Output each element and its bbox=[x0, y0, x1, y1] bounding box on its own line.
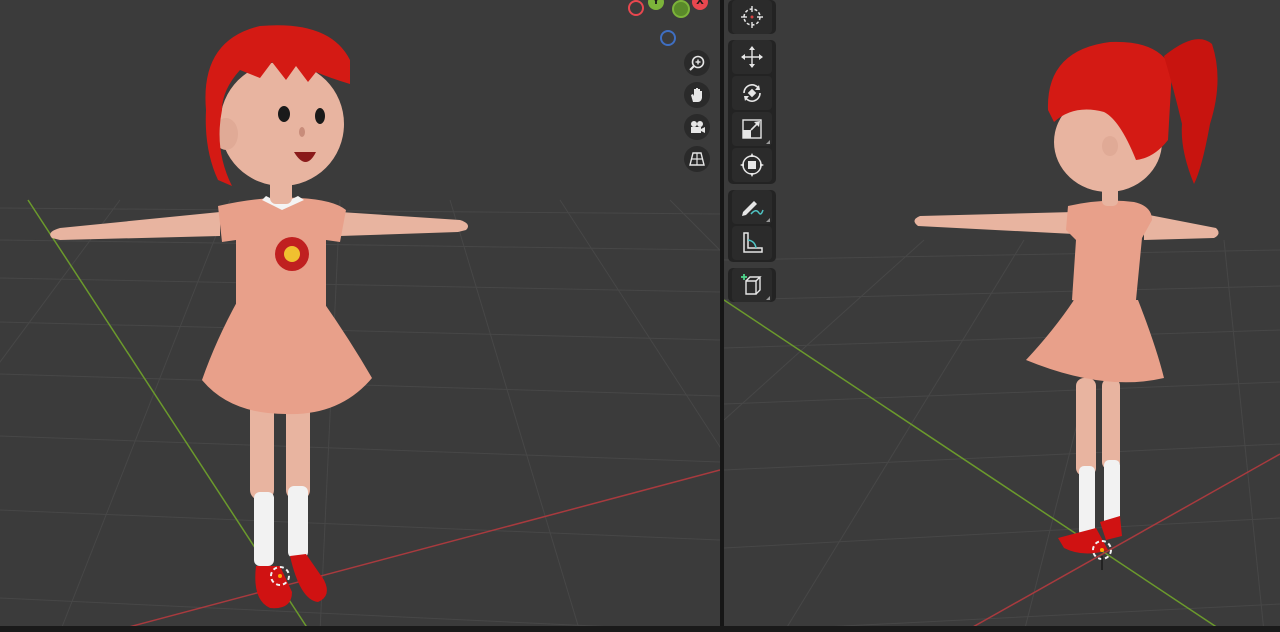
viewport-side[interactable] bbox=[724, 0, 1280, 632]
move-tool-button[interactable] bbox=[732, 40, 772, 74]
floor-grid bbox=[0, 199, 720, 632]
transform-tool-icon bbox=[740, 153, 764, 177]
pan-hand-icon bbox=[691, 88, 702, 102]
annotate-tool-button[interactable] bbox=[732, 190, 772, 224]
add-cube-tool-button[interactable] bbox=[732, 268, 772, 302]
perspective-toggle-button[interactable] bbox=[684, 146, 710, 172]
cursor-tool-icon bbox=[741, 6, 763, 28]
gizmo-y-label: Y bbox=[652, 0, 660, 7]
cursor-tool-button[interactable] bbox=[732, 0, 772, 34]
x-axis-line-right bbox=[963, 453, 1280, 632]
zoom-icon bbox=[689, 55, 705, 71]
pan-button[interactable] bbox=[684, 82, 710, 108]
rotate-tool-button[interactable] bbox=[732, 76, 772, 110]
gizmo-x-label: X bbox=[696, 0, 704, 7]
rotate-tool-icon bbox=[743, 84, 761, 102]
side-view-scene bbox=[724, 39, 1280, 632]
character-front[interactable] bbox=[50, 25, 468, 609]
gizmo-x[interactable]: X bbox=[692, 0, 708, 10]
annotate-tool-icon bbox=[742, 201, 764, 216]
scale-tool-button[interactable] bbox=[732, 112, 772, 146]
viewport-front[interactable]: Y X bbox=[0, 0, 720, 632]
scale-tool-icon bbox=[742, 119, 762, 139]
gizmo-y[interactable]: Y bbox=[648, 0, 664, 10]
camera-view-button[interactable] bbox=[684, 114, 710, 140]
character-side[interactable] bbox=[914, 39, 1219, 570]
flower-emblem bbox=[275, 237, 309, 271]
floor-grid-right bbox=[724, 239, 1280, 632]
navigation-gizmo[interactable]: Y X bbox=[620, 0, 720, 56]
add-cube-tool-icon bbox=[741, 274, 762, 295]
zoom-button[interactable] bbox=[684, 50, 710, 76]
measure-tool-icon bbox=[743, 232, 763, 253]
measure-tool-button[interactable] bbox=[732, 226, 772, 260]
x-axis-line bbox=[109, 469, 720, 632]
camera-view-icon bbox=[691, 121, 705, 133]
status-strip bbox=[0, 626, 1280, 632]
gizmo-neg-y[interactable] bbox=[672, 0, 690, 18]
move-tool-icon bbox=[741, 46, 763, 68]
perspective-grid-icon bbox=[689, 152, 705, 166]
transform-tool-button[interactable] bbox=[732, 148, 772, 182]
gizmo-neg-z[interactable] bbox=[660, 30, 676, 46]
gizmo-neg-x[interactable] bbox=[628, 0, 644, 16]
front-view-scene bbox=[0, 25, 720, 632]
